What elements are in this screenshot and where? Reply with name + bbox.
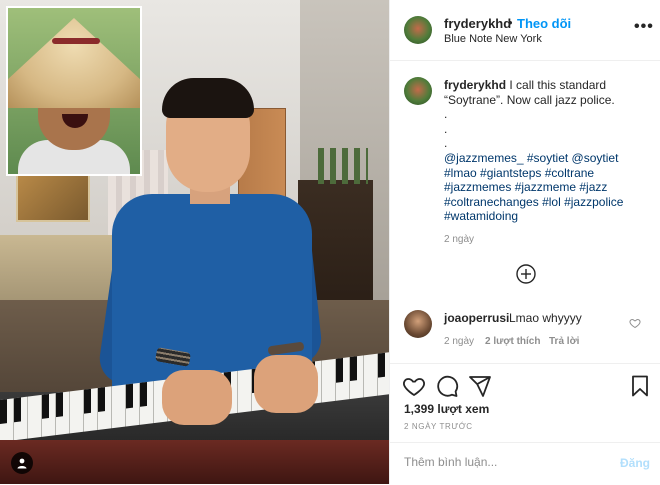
add-comment-form: Đăng: [390, 442, 660, 485]
post-comment-button[interactable]: Đăng: [620, 456, 650, 470]
piano-front-panel: [0, 440, 389, 484]
follow-button[interactable]: Theo dõi: [517, 16, 571, 31]
picture-in-picture-inset: [6, 6, 142, 176]
commenter-avatar[interactable]: [404, 310, 432, 338]
heart-icon[interactable]: [402, 374, 426, 398]
post-video[interactable]: [0, 0, 389, 484]
pianist-left-hand: [162, 370, 232, 425]
share-icon[interactable]: [468, 374, 492, 398]
caption-timestamp[interactable]: 2 ngày: [444, 234, 474, 245]
comment-like-heart-icon[interactable]: [629, 317, 641, 329]
pianist-hair: [162, 78, 254, 118]
user-account-icon: [17, 458, 27, 469]
plus-circle-icon[interactable]: [516, 264, 536, 284]
comment-timestamp: 2 ngày: [444, 336, 475, 347]
comment-input[interactable]: [404, 455, 604, 469]
caption-hashtags[interactable]: @jazzmemes_ #soytiet @soytiet #lmao #gia…: [444, 151, 644, 224]
comment-reply-button[interactable]: Trả lời: [549, 336, 579, 347]
inset-hat-band: [52, 38, 100, 44]
caption-dot: .: [444, 107, 448, 122]
comment-likes[interactable]: 2 lượt thích: [485, 336, 540, 347]
comment-username[interactable]: joaoperrusi: [444, 311, 509, 325]
follow-separator: •: [508, 15, 513, 30]
view-count[interactable]: 1,399 lượt xem: [404, 402, 489, 416]
bookmark-icon[interactable]: [628, 374, 652, 398]
post-location[interactable]: Blue Note New York: [444, 33, 542, 45]
pianist-right-hand: [254, 355, 318, 413]
caption-dots: . . .: [444, 107, 644, 151]
post-caption: fryderykhd I call this standard “Soytran…: [444, 78, 644, 224]
caption-dot: .: [444, 121, 448, 136]
comment-icon[interactable]: [435, 374, 459, 398]
caption-author-avatar[interactable]: [404, 77, 432, 105]
post-details-panel: fryderykhd • Theo dõi Blue Note New York…: [389, 0, 660, 484]
caption-dot: .: [444, 136, 448, 151]
post-header: fryderykhd • Theo dõi Blue Note New York…: [390, 0, 660, 61]
comment-text: Lmao whyyyy: [509, 311, 582, 325]
author-avatar[interactable]: [404, 16, 432, 44]
author-username[interactable]: fryderykhd: [444, 16, 511, 31]
post-date[interactable]: 2 NGÀY TRƯỚC: [404, 422, 473, 431]
tagged-users-button[interactable]: [11, 452, 33, 474]
more-options-icon[interactable]: •••: [634, 18, 654, 36]
caption-username[interactable]: fryderykhd: [444, 78, 506, 92]
